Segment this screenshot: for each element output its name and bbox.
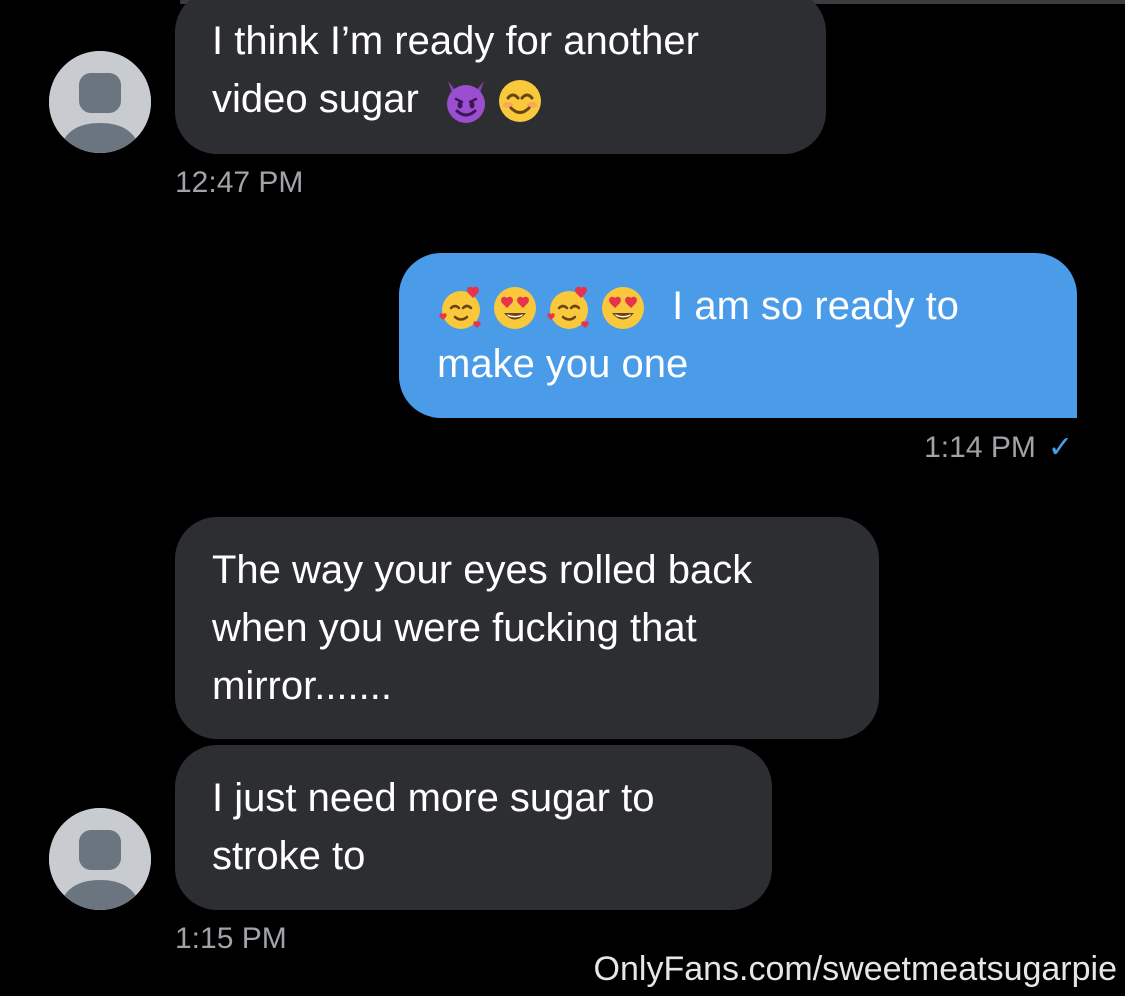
heart-eyes-icon [602,287,644,330]
message-text: I just need more sugar to [212,776,655,820]
message-timestamp: 1:15 PM [175,922,287,955]
message-timestamp: 12:47 PM [175,166,304,199]
message-text: mirror....... [212,664,392,708]
message-bubble-incoming[interactable]: I just need more sugar to stroke to [175,745,772,910]
message-bubble-incoming[interactable]: I think I’m ready for another video suga… [175,0,826,154]
message-bubble-outgoing[interactable]: I am so ready to make you one [399,253,1077,418]
message-text: I am so ready to [672,284,959,328]
message-text: I am so ready to [437,277,1077,335]
avatar-placeholder-icon [49,808,151,910]
message-bubble-incoming[interactable]: The way your eyes rolled back when you w… [175,517,879,739]
message-text: stroke to [212,834,366,878]
message-text: video sugar [212,70,826,128]
message-text: video sugar [212,77,419,121]
smiling-face-with-hearts-icon [547,287,589,330]
smiling-face-with-smiling-eyes-icon [498,80,541,123]
message-timestamp: 1:14 PM ✓ [924,430,1073,465]
smiling-face-with-hearts-icon [439,287,481,330]
contact-avatar[interactable] [49,808,151,910]
heart-eyes-icon [494,287,536,330]
avatar-placeholder-icon [49,51,151,153]
read-check-icon: ✓ [1047,431,1073,464]
smiling-face-with-horns-icon [446,81,485,124]
message-text: I think I’m ready for another [212,19,699,63]
message-text: when you were fucking that [212,606,697,650]
contact-avatar[interactable] [49,51,151,153]
message-time: 1:14 PM [924,431,1036,464]
watermark: OnlyFans.com/sweetmeatsugarpie [593,950,1117,988]
message-text: make you one [437,342,689,386]
message-text: The way your eyes rolled back [212,548,753,592]
